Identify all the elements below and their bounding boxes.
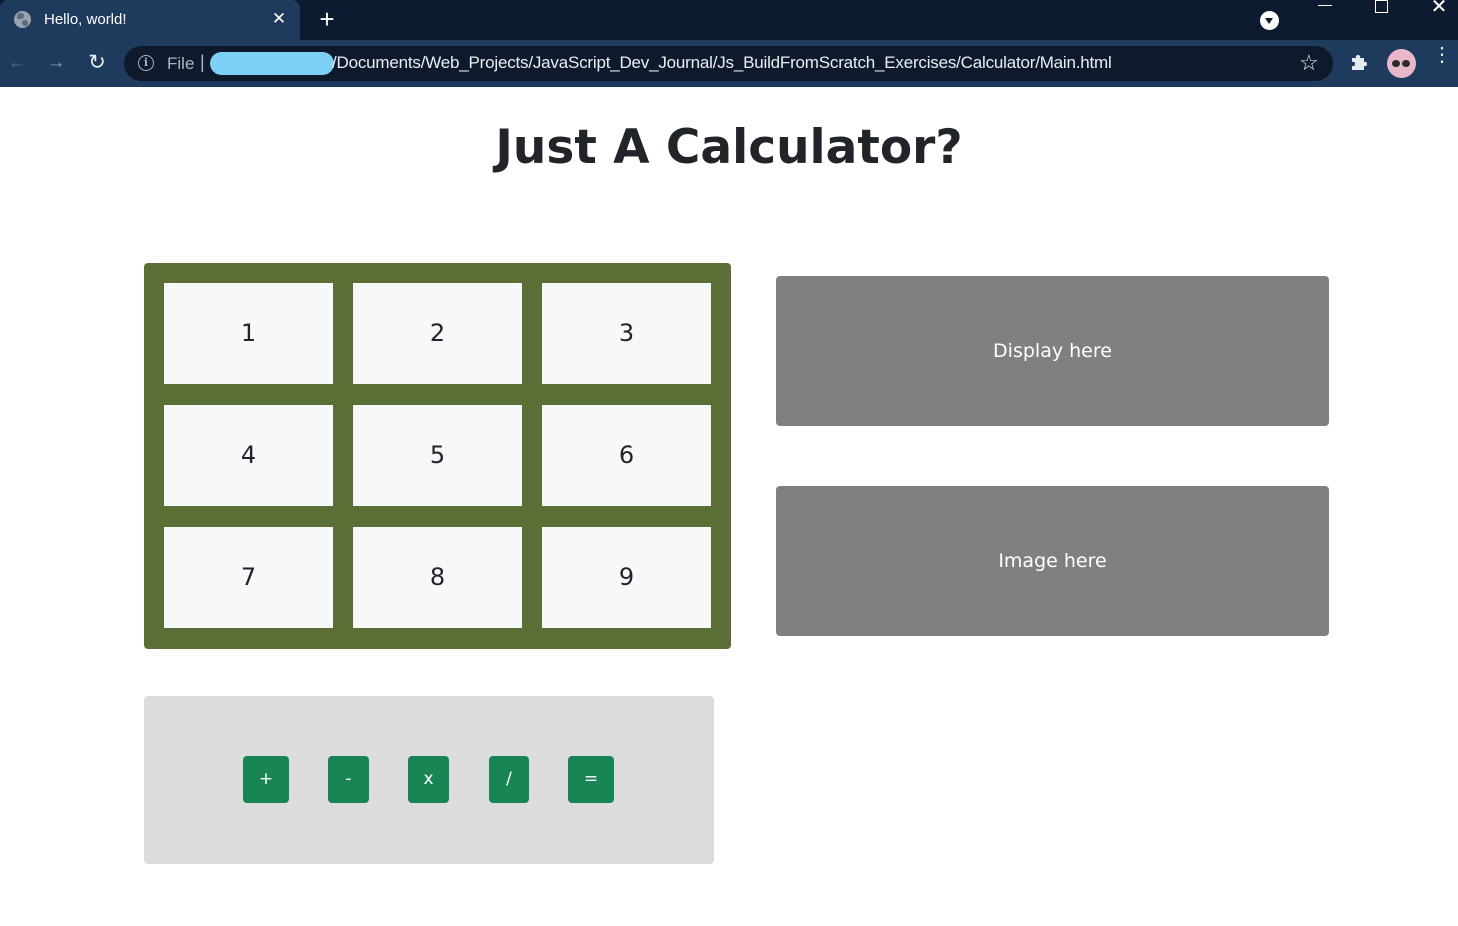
profile-avatar[interactable] (1387, 49, 1416, 78)
digit-button-2[interactable]: 2 (353, 283, 522, 384)
digit-button-7[interactable]: 7 (164, 527, 333, 628)
digit-button-6[interactable]: 6 (542, 405, 711, 506)
tab-title: Hello, world! (44, 11, 127, 28)
calculator-display: Display here (776, 276, 1329, 426)
browser-menu-icon[interactable]: ⋮ (1432, 45, 1452, 75)
back-arrow-icon[interactable]: ← (6, 52, 28, 74)
tab-close-icon[interactable]: ✕ (268, 8, 290, 30)
number-pad: 1 2 3 4 5 6 7 8 9 (144, 263, 731, 649)
info-icon[interactable]: i (138, 55, 154, 71)
media-control-icon[interactable] (1260, 11, 1279, 30)
page-title: Just A Calculator? (495, 120, 963, 175)
image-placeholder: Image here (776, 486, 1329, 636)
extensions-puzzle-icon[interactable] (1349, 52, 1369, 72)
add-button[interactable]: + (243, 756, 289, 803)
tab-strip: Hello, world! ✕ + ✕ (0, 0, 1458, 40)
forward-arrow-icon[interactable]: → (45, 52, 67, 74)
globe-icon (14, 11, 31, 28)
url-text[interactable]: /Documents/Web_Projects/JavaScript_Dev_J… (332, 53, 1112, 73)
minimize-icon[interactable] (1318, 5, 1332, 6)
digit-button-3[interactable]: 3 (542, 283, 711, 384)
equals-button[interactable]: = (568, 756, 614, 803)
multiply-button[interactable]: x (408, 756, 449, 803)
browser-tab[interactable]: Hello, world! ✕ (0, 0, 300, 40)
scheme-label: File (167, 54, 195, 73)
reload-icon[interactable]: ↻ (86, 52, 108, 74)
divide-button[interactable]: / (489, 756, 529, 803)
operator-panel: + - x / = (144, 696, 714, 864)
digit-button-1[interactable]: 1 (164, 283, 333, 384)
subtract-button[interactable]: - (328, 756, 369, 803)
bookmark-star-icon[interactable]: ☆ (1299, 50, 1319, 76)
digit-button-8[interactable]: 8 (353, 527, 522, 628)
digit-button-5[interactable]: 5 (353, 405, 522, 506)
address-bar[interactable]: i File | /Documents/Web_Projects/JavaScr… (124, 46, 1333, 81)
redaction-mark (210, 52, 334, 75)
scheme-separator: | (200, 52, 205, 72)
maximize-icon[interactable] (1375, 0, 1388, 13)
browser-toolbar: ← → ↻ i File | /Documents/Web_Projects/J… (0, 40, 1458, 87)
digit-button-9[interactable]: 9 (542, 527, 711, 628)
window-close-icon[interactable]: ✕ (1428, 0, 1450, 18)
new-tab-button[interactable]: + (314, 6, 340, 33)
digit-button-4[interactable]: 4 (164, 405, 333, 506)
